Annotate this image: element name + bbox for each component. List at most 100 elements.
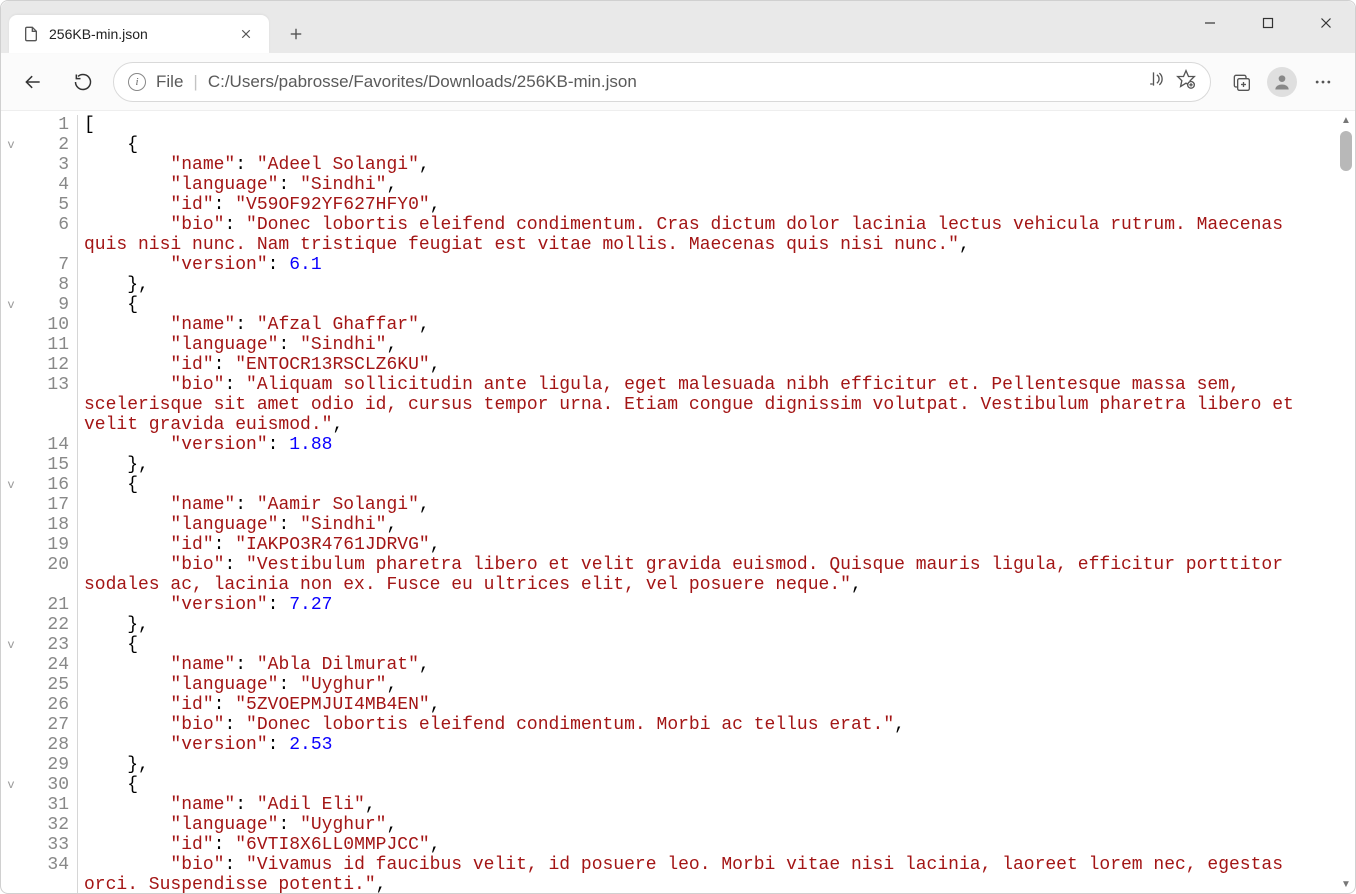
close-window-button[interactable] [1297, 1, 1355, 45]
code-content[interactable]: "language": "Sindhi", [77, 335, 1355, 355]
code-line: 12 "id": "ENTOCR13RSCLZ6KU", [1, 355, 1355, 375]
line-number: 1 [21, 115, 77, 135]
code-content[interactable]: { [77, 295, 1355, 315]
code-line: 21 "version": 7.27 [1, 595, 1355, 615]
code-line: 6 "bio": "Donec lobortis eleifend condim… [1, 215, 1355, 255]
back-button[interactable] [13, 62, 53, 102]
line-number: 23 [21, 635, 77, 655]
code-line: 22 }, [1, 615, 1355, 635]
code-content[interactable]: [ [77, 115, 1355, 135]
line-number: 3 [21, 155, 77, 175]
menu-button[interactable] [1303, 62, 1343, 102]
code-line: 29 }, [1, 755, 1355, 775]
close-tab-icon[interactable] [237, 25, 255, 43]
code-line: 11 "language": "Sindhi", [1, 335, 1355, 355]
line-number: 24 [21, 655, 77, 675]
fold-toggle [1, 215, 21, 255]
code-content[interactable]: }, [77, 275, 1355, 295]
code-content[interactable]: "id": "IAKPO3R4761JDRVG", [77, 535, 1355, 555]
fold-toggle [1, 855, 21, 893]
fold-toggle[interactable]: v [1, 475, 21, 495]
line-number: 19 [21, 535, 77, 555]
fold-toggle [1, 755, 21, 775]
code-content[interactable]: { [77, 635, 1355, 655]
code-content[interactable]: "language": "Uyghur", [77, 815, 1355, 835]
tab-title: 256KB-min.json [49, 26, 227, 42]
json-viewer: 1[v2 {3 "name": "Adeel Solangi",4 "langu… [1, 111, 1355, 893]
code-content[interactable]: { [77, 135, 1355, 155]
fold-toggle[interactable]: v [1, 295, 21, 315]
code-content[interactable]: "bio": "Donec lobortis eleifend condimen… [77, 215, 1355, 255]
line-number: 2 [21, 135, 77, 155]
fold-toggle [1, 515, 21, 535]
code-line: 19 "id": "IAKPO3R4761JDRVG", [1, 535, 1355, 555]
scroll-up-icon[interactable]: ▲ [1339, 113, 1353, 127]
code-content[interactable]: "name": "Adeel Solangi", [77, 155, 1355, 175]
code-line: 8 }, [1, 275, 1355, 295]
vertical-scrollbar[interactable]: ▲ ▼ [1339, 113, 1353, 891]
line-number: 5 [21, 195, 77, 215]
browser-tab[interactable]: 256KB-min.json [9, 15, 269, 53]
fold-toggle [1, 795, 21, 815]
line-number: 22 [21, 615, 77, 635]
code-content[interactable]: }, [77, 755, 1355, 775]
address-bar[interactable]: i File | C:/Users/pabrosse/Favorites/Dow… [113, 62, 1211, 102]
scrollbar-thumb[interactable] [1340, 131, 1352, 171]
scroll-down-icon[interactable]: ▼ [1339, 877, 1353, 891]
collections-icon[interactable] [1221, 62, 1261, 102]
new-tab-button[interactable] [279, 17, 313, 51]
line-number: 27 [21, 715, 77, 735]
code-line: 28 "version": 2.53 [1, 735, 1355, 755]
fold-toggle[interactable]: v [1, 635, 21, 655]
code-content[interactable]: "version": 1.88 [77, 435, 1355, 455]
fold-toggle[interactable]: v [1, 135, 21, 155]
code-content[interactable]: "version": 2.53 [77, 735, 1355, 755]
favorite-icon[interactable] [1176, 69, 1196, 94]
code-content[interactable]: "id": "ENTOCR13RSCLZ6KU", [77, 355, 1355, 375]
line-number: 7 [21, 255, 77, 275]
code-content[interactable]: }, [77, 615, 1355, 635]
fold-toggle [1, 555, 21, 595]
code-content[interactable]: "id": "5ZVOEPMJUI4MB4EN", [77, 695, 1355, 715]
code-line: 18 "language": "Sindhi", [1, 515, 1355, 535]
line-number: 16 [21, 475, 77, 495]
fold-toggle [1, 195, 21, 215]
reload-button[interactable] [63, 62, 103, 102]
line-number: 30 [21, 775, 77, 795]
code-content[interactable]: }, [77, 455, 1355, 475]
line-number: 33 [21, 835, 77, 855]
code-line: v2 { [1, 135, 1355, 155]
maximize-button[interactable] [1239, 1, 1297, 45]
code-content[interactable]: { [77, 475, 1355, 495]
code-content[interactable]: "bio": "Vestibulum pharetra libero et ve… [77, 555, 1355, 595]
read-aloud-icon[interactable] [1146, 69, 1166, 94]
code-content[interactable]: "version": 6.1 [77, 255, 1355, 275]
code-content[interactable]: "bio": "Aliquam sollicitudin ante ligula… [77, 375, 1355, 435]
code-content[interactable]: "language": "Sindhi", [77, 175, 1355, 195]
line-number: 34 [21, 855, 77, 893]
fold-toggle [1, 615, 21, 635]
code-content[interactable]: { [77, 775, 1355, 795]
code-content[interactable]: "bio": "Donec lobortis eleifend condimen… [77, 715, 1355, 735]
code-content[interactable]: "version": 7.27 [77, 595, 1355, 615]
code-content[interactable]: "id": "6VTI8X6LL0MMPJCC", [77, 835, 1355, 855]
code-content[interactable]: "bio": "Vivamus id faucibus velit, id po… [77, 855, 1355, 893]
fold-toggle [1, 835, 21, 855]
line-number: 28 [21, 735, 77, 755]
fold-toggle [1, 455, 21, 475]
code-content[interactable]: "name": "Aamir Solangi", [77, 495, 1355, 515]
profile-button[interactable] [1267, 67, 1297, 97]
code-content[interactable]: "name": "Adil Eli", [77, 795, 1355, 815]
fold-toggle [1, 275, 21, 295]
code-line: 17 "name": "Aamir Solangi", [1, 495, 1355, 515]
code-content[interactable]: "language": "Sindhi", [77, 515, 1355, 535]
site-info-icon[interactable]: i [128, 73, 146, 91]
minimize-button[interactable] [1181, 1, 1239, 45]
fold-toggle[interactable]: v [1, 775, 21, 795]
line-number: 18 [21, 515, 77, 535]
code-line: 31 "name": "Adil Eli", [1, 795, 1355, 815]
code-content[interactable]: "name": "Afzal Ghaffar", [77, 315, 1355, 335]
code-content[interactable]: "id": "V59OF92YF627HFY0", [77, 195, 1355, 215]
code-content[interactable]: "name": "Abla Dilmurat", [77, 655, 1355, 675]
code-content[interactable]: "language": "Uyghur", [77, 675, 1355, 695]
